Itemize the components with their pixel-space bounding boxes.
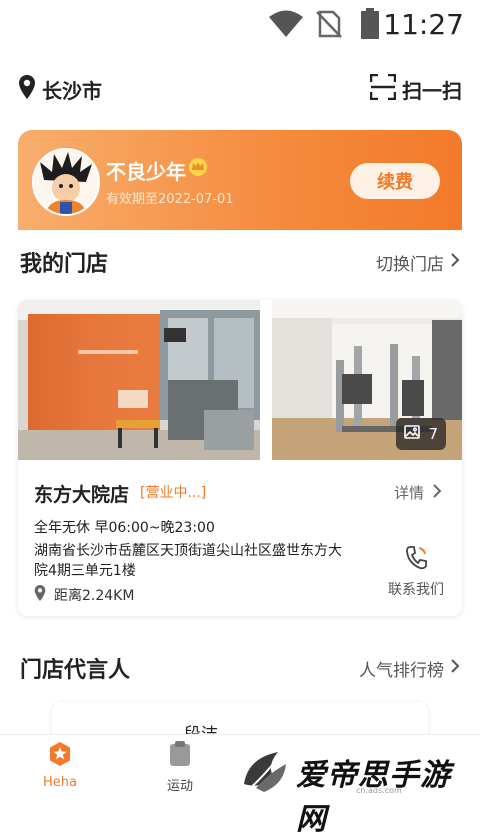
watermark-logo-icon [238,744,292,802]
store-address: 湖南省长沙市岳麓区天顶街道尖山社区盛世东方大院4期三单元1楼 [34,543,342,579]
scan-button[interactable]: 扫一扫 [369,73,462,104]
status-bar: 11:27 [0,0,480,48]
clock: 11:27 [383,8,464,41]
crown-icon [188,158,208,180]
ranking-label: 人气排行榜 [359,661,444,681]
city-selector[interactable]: 长沙市 [18,74,102,104]
chevron-right-icon [432,483,442,503]
wifi-icon [268,10,304,42]
endorser-title: 门店代言人 [20,658,131,683]
store-distance-value: 距离2.24KM [54,588,135,604]
endorser-header: 门店代言人 人气排行榜 [0,648,480,688]
my-store-header: 我的门店 切换门店 [0,242,480,282]
contact-us-button[interactable]: 联系我们 [386,545,446,599]
image-icon [404,424,421,444]
city-label: 长沙市 [42,78,102,103]
renew-button[interactable]: 续费 [350,163,440,199]
location-pin-icon [34,584,46,606]
store-hours: 全年无休 早06:00~晚23:00 [34,520,215,536]
membership-card[interactable]: 不良少年 有效期至2022-07-01 续费 [18,130,462,230]
contact-us-label: 联系我们 [388,582,444,598]
switch-store-link[interactable]: 切换门店 [376,250,460,275]
nav-label-sport: 运动 [166,779,193,794]
photo-count-badge[interactable]: 7 [396,418,446,450]
nav-item-heha[interactable]: Heha [20,741,100,790]
store-name: 东方大院店 [34,484,130,506]
photo-count-value: 7 [428,425,438,443]
watermark-subtext: cn.ads.com [356,786,402,795]
my-store-title: 我的门店 [20,252,109,277]
chevron-right-icon [450,252,460,273]
member-name: 不良少年 [106,160,186,184]
watermark: 爱帝思手游网 cn.ads.com [238,744,474,837]
store-card[interactable]: 7 东方大院店 [营业中...] 详情 全年无休 早06:00~晚23:00 湖… [18,300,462,616]
chevron-right-icon [450,658,460,679]
battery-icon [360,8,380,44]
store-detail-link[interactable]: 详情 [394,482,442,503]
store-distance: 距离2.24KM [34,584,134,606]
top-bar: 长沙市 扫一扫 [0,68,480,108]
store-photo-1[interactable] [18,300,260,460]
nav-item-sport[interactable]: 运动 [140,741,220,794]
avatar[interactable] [32,148,100,216]
scan-label: 扫一扫 [402,78,462,103]
store-detail-label: 详情 [393,484,424,502]
location-pin-icon [18,74,36,104]
membership-expiry: 有效期至2022-07-01 [106,192,234,207]
clipboard-icon [168,741,192,771]
scan-icon [369,73,397,104]
switch-store-label: 切换门店 [376,255,444,275]
ranking-link[interactable]: 人气排行榜 [359,656,460,681]
nav-label-heha: Heha [43,775,77,790]
no-sim-icon [316,10,342,42]
store-status-badge: [营业中...] [140,485,207,501]
phone-icon [404,546,428,575]
star-badge-icon [47,742,73,771]
